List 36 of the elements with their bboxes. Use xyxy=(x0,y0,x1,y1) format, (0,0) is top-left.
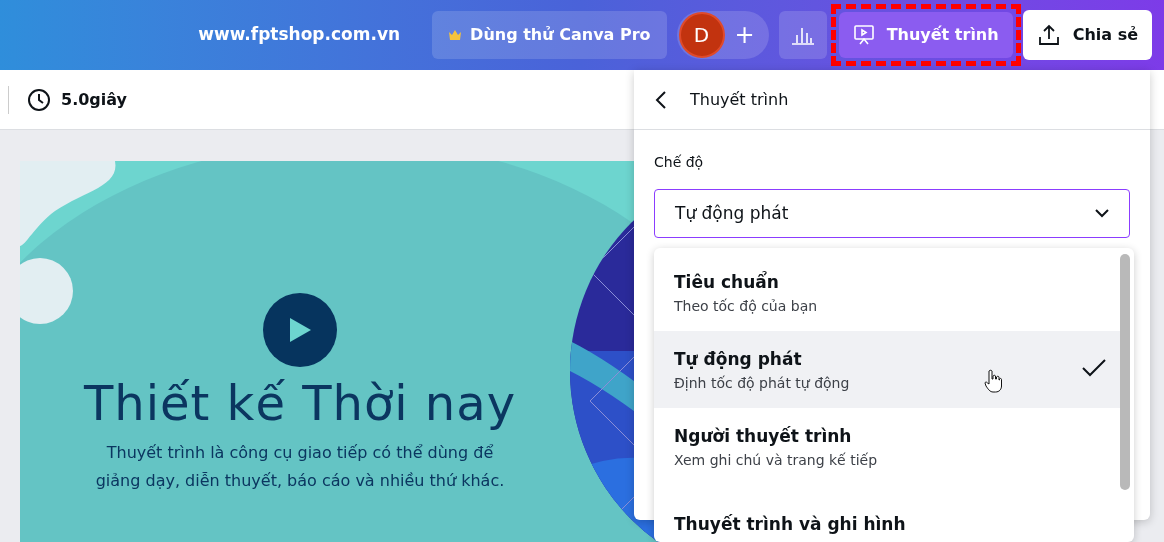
option-subtitle: Định tốc độ phát tự động xyxy=(674,373,850,393)
scrollbar[interactable] xyxy=(1120,254,1130,490)
mode-option[interactable]: Tiêu chuẩn Theo tốc độ của bạn xyxy=(654,254,1120,331)
add-button[interactable]: + xyxy=(734,23,755,47)
mode-option[interactable]: Người thuyết trình Xem ghi chú và trang kế tiếp xyxy=(654,408,1120,485)
mode-value: Tự động phát xyxy=(675,201,789,225)
play-icon xyxy=(288,317,312,343)
try-pro-button[interactable]: Dùng thử Canva Pro xyxy=(432,11,667,59)
clock-icon xyxy=(27,87,51,112)
mode-dropdown[interactable]: Tự động phát xyxy=(654,189,1130,238)
option-title: Tự động phát xyxy=(674,347,803,371)
avatar[interactable]: D xyxy=(678,12,725,58)
mode-option[interactable]: Tự động phát Định tốc độ phát tự động xyxy=(654,331,1120,408)
hand-cursor-icon xyxy=(984,369,1002,393)
share-button[interactable]: Chia sẻ xyxy=(1022,10,1152,60)
option-subtitle: Theo tốc độ của bạn xyxy=(674,296,818,316)
upload-icon xyxy=(1036,23,1061,47)
bar-chart-icon xyxy=(790,25,815,45)
crown-icon xyxy=(448,29,463,41)
present-button[interactable]: Thuyết trình xyxy=(838,12,1013,58)
check-icon xyxy=(1082,359,1106,377)
option-title: Người thuyết trình xyxy=(674,424,853,448)
option-title: Thuyết trình và ghi hình xyxy=(674,512,906,536)
mode-option[interactable]: Thuyết trình và ghi hình xyxy=(654,485,1120,542)
back-icon[interactable] xyxy=(654,89,668,110)
option-subtitle: Xem ghi chú và trang kế tiếp xyxy=(674,450,878,470)
option-title: Tiêu chuẩn xyxy=(674,270,780,294)
slide-title: Thiết kế Thời nay xyxy=(83,374,517,433)
website-text: www.fptshop.com.vn xyxy=(198,23,401,47)
duration-button[interactable]: 5.0giây xyxy=(27,87,127,112)
insights-button[interactable] xyxy=(778,11,827,59)
presentation-icon xyxy=(852,24,875,46)
chevron-down-icon xyxy=(1095,209,1109,218)
mode-label: Chế độ xyxy=(654,153,705,172)
panel-title: Thuyết trình xyxy=(690,88,789,111)
slide-body: Thuyết trình là công cụ giao tiếp có thể dùng để giảng dạy, diễn thuyết, báo cáo và nhiều thứ khác. xyxy=(94,442,506,492)
